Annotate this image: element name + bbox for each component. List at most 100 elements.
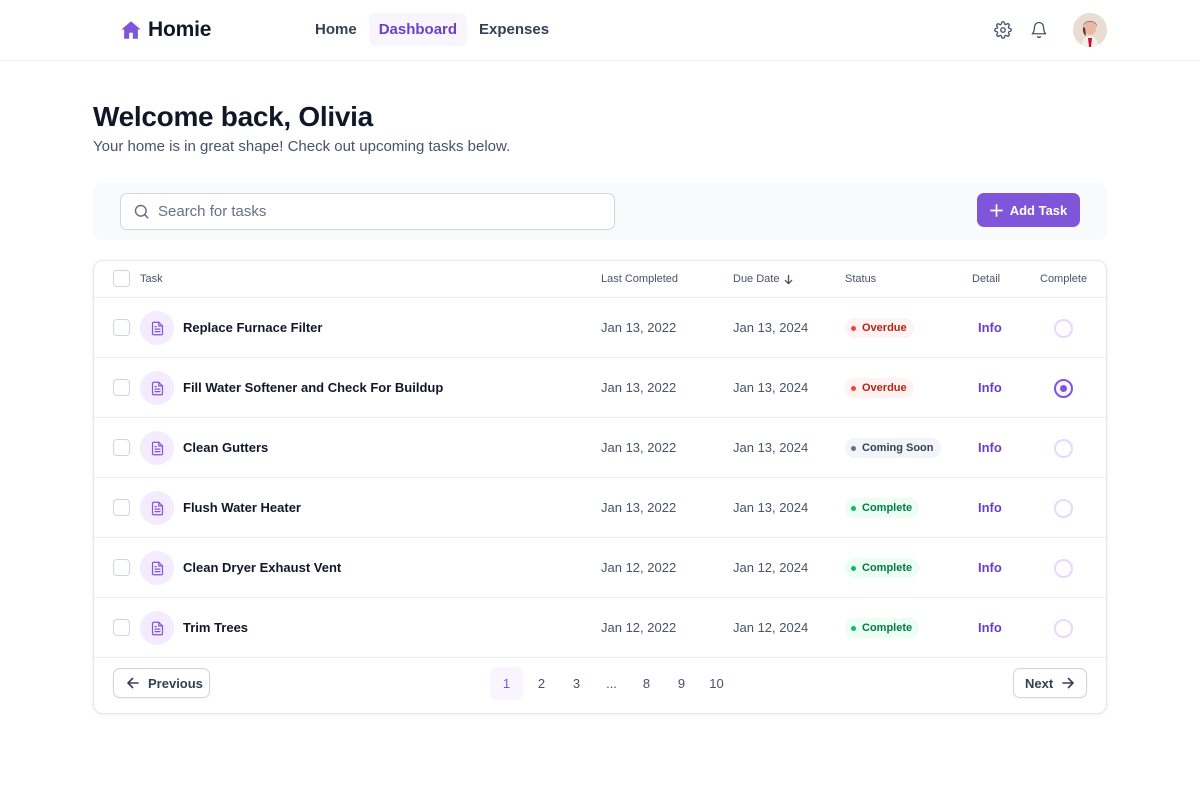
info-link[interactable]: Info bbox=[978, 380, 1002, 395]
column-header-last-completed[interactable]: Last Completed bbox=[601, 273, 678, 285]
task-file-icon-wrapper bbox=[140, 491, 174, 525]
last-completed-date: Jan 13, 2022 bbox=[601, 380, 677, 395]
row-checkbox[interactable] bbox=[113, 439, 130, 456]
page-number[interactable]: 10 bbox=[700, 667, 733, 700]
last-completed-date: Jan 12, 2022 bbox=[601, 620, 677, 635]
row-checkbox[interactable] bbox=[113, 379, 130, 396]
nav-link-home[interactable]: Home bbox=[305, 13, 367, 46]
status-label: Coming Soon bbox=[862, 442, 934, 454]
due-date: Jan 13, 2024 bbox=[733, 500, 809, 515]
notifications-button[interactable] bbox=[1029, 20, 1049, 40]
complete-radio[interactable] bbox=[1054, 559, 1073, 578]
last-completed-date: Jan 13, 2022 bbox=[601, 440, 677, 455]
page-number[interactable]: 1 bbox=[490, 667, 523, 700]
avatar-image bbox=[1073, 13, 1107, 47]
status-badge: Overdue bbox=[845, 378, 914, 398]
file-icon bbox=[151, 561, 163, 575]
brand-name: Homie bbox=[148, 18, 212, 41]
table-row: Fill Water Softener and Check For Buildu… bbox=[94, 358, 1106, 418]
due-date: Jan 13, 2024 bbox=[733, 440, 809, 455]
complete-radio[interactable] bbox=[1054, 319, 1073, 338]
info-link[interactable]: Info bbox=[978, 500, 1002, 515]
page-number[interactable]: 3 bbox=[560, 667, 593, 700]
task-file-icon-wrapper bbox=[140, 611, 174, 645]
status-badge: Overdue bbox=[845, 318, 914, 338]
previous-label: Previous bbox=[148, 675, 203, 691]
column-header-detail: Detail bbox=[972, 273, 1001, 285]
table-header: Task Last Completed Due Date Status Deta… bbox=[94, 261, 1106, 298]
info-link[interactable]: Info bbox=[978, 320, 1002, 335]
column-header-status[interactable]: Status bbox=[845, 273, 876, 285]
last-completed-date: Jan 13, 2022 bbox=[601, 500, 677, 515]
info-link[interactable]: Info bbox=[978, 560, 1002, 575]
page-title: Welcome back, Olivia bbox=[93, 101, 373, 132]
last-completed-date: Jan 12, 2022 bbox=[601, 560, 677, 575]
due-date: Jan 13, 2024 bbox=[733, 320, 809, 335]
task-name: Flush Water Heater bbox=[183, 500, 301, 515]
next-label: Next bbox=[1025, 675, 1054, 691]
status-dot bbox=[851, 505, 856, 511]
arrow-down-icon bbox=[785, 274, 793, 284]
status-badge: Complete bbox=[845, 498, 920, 518]
settings-button[interactable] bbox=[993, 20, 1013, 40]
status-label: Complete bbox=[862, 502, 913, 514]
complete-radio[interactable] bbox=[1054, 439, 1073, 458]
status-label: Overdue bbox=[862, 322, 907, 334]
table-row: Clean Dryer Exhaust Vent Jan 12, 2022 Jan … bbox=[94, 538, 1106, 598]
task-file-icon-wrapper bbox=[140, 551, 174, 585]
tasks-table: Task Last Completed Due Date Status Deta… bbox=[93, 260, 1107, 714]
status-badge: Complete bbox=[845, 558, 920, 578]
due-date-label: Due Date bbox=[733, 273, 780, 285]
complete-radio[interactable] bbox=[1054, 499, 1073, 518]
next-page-button[interactable]: Next bbox=[1013, 668, 1087, 698]
page-number[interactable]: 2 bbox=[525, 667, 558, 700]
file-icon bbox=[151, 501, 163, 515]
table-row: Replace Furnace Filter Jan 13, 2022 Jan 13… bbox=[94, 298, 1106, 358]
due-date: Jan 12, 2024 bbox=[733, 620, 809, 635]
complete-radio[interactable] bbox=[1054, 379, 1073, 398]
task-file-icon-wrapper bbox=[140, 311, 174, 345]
row-checkbox[interactable] bbox=[113, 559, 130, 576]
page-subtitle: Your home is in great shape! Check out u… bbox=[93, 138, 511, 155]
search-input[interactable] bbox=[158, 203, 598, 220]
select-all-checkbox[interactable] bbox=[113, 270, 130, 287]
top-navbar: Homie Home Dashboard Expenses bbox=[0, 0, 1200, 61]
task-file-icon-wrapper bbox=[140, 371, 174, 405]
table-row: Flush Water Heater Jan 13, 2022 Jan 13, 20… bbox=[94, 478, 1106, 538]
row-checkbox[interactable] bbox=[113, 619, 130, 636]
nav-link-dashboard[interactable]: Dashboard bbox=[368, 13, 468, 46]
info-link[interactable]: Info bbox=[978, 440, 1002, 455]
add-task-button[interactable]: Add Task bbox=[977, 193, 1080, 227]
table-row: Clean Gutters Jan 13, 2022 Jan 13, 2024 Com… bbox=[94, 418, 1106, 478]
arrow-left-icon bbox=[127, 677, 139, 689]
complete-radio[interactable] bbox=[1054, 619, 1073, 638]
status-dot bbox=[851, 385, 856, 391]
due-date: Jan 12, 2024 bbox=[733, 560, 809, 575]
task-name: Replace Furnace Filter bbox=[183, 320, 323, 335]
status-label: Complete bbox=[862, 562, 913, 574]
column-header-due-date[interactable]: Due Date bbox=[733, 273, 794, 285]
previous-page-button[interactable]: Previous bbox=[113, 668, 210, 698]
brand[interactable]: Homie bbox=[120, 18, 211, 42]
status-dot bbox=[851, 445, 856, 451]
page-number[interactable]: 9 bbox=[665, 667, 698, 700]
search-box[interactable] bbox=[120, 193, 615, 230]
pagination: Previous 1 2 3... 8 9 10 Next bbox=[94, 658, 1106, 713]
file-icon bbox=[151, 441, 163, 455]
info-link[interactable]: Info bbox=[978, 620, 1002, 635]
task-name: Trim Trees bbox=[183, 620, 249, 635]
nav-link-expenses[interactable]: Expenses bbox=[469, 13, 559, 46]
row-checkbox[interactable] bbox=[113, 499, 130, 516]
page-ellipsis: ... bbox=[606, 676, 617, 691]
row-checkbox[interactable] bbox=[113, 319, 130, 336]
task-name: Clean Dryer Exhaust Vent bbox=[183, 560, 342, 575]
avatar[interactable] bbox=[1073, 13, 1107, 47]
page-number[interactable]: 8 bbox=[630, 667, 663, 700]
table-row: Trim Trees Jan 12, 2022 Jan 12, 2024 Comple… bbox=[94, 598, 1106, 658]
due-date: Jan 13, 2024 bbox=[733, 380, 809, 395]
arrow-right-icon bbox=[1062, 677, 1074, 689]
main-nav: Home Dashboard Expenses bbox=[305, 13, 559, 46]
status-dot bbox=[851, 625, 856, 631]
nav-actions bbox=[993, 13, 1107, 47]
column-header-complete: Complete bbox=[1040, 273, 1088, 285]
